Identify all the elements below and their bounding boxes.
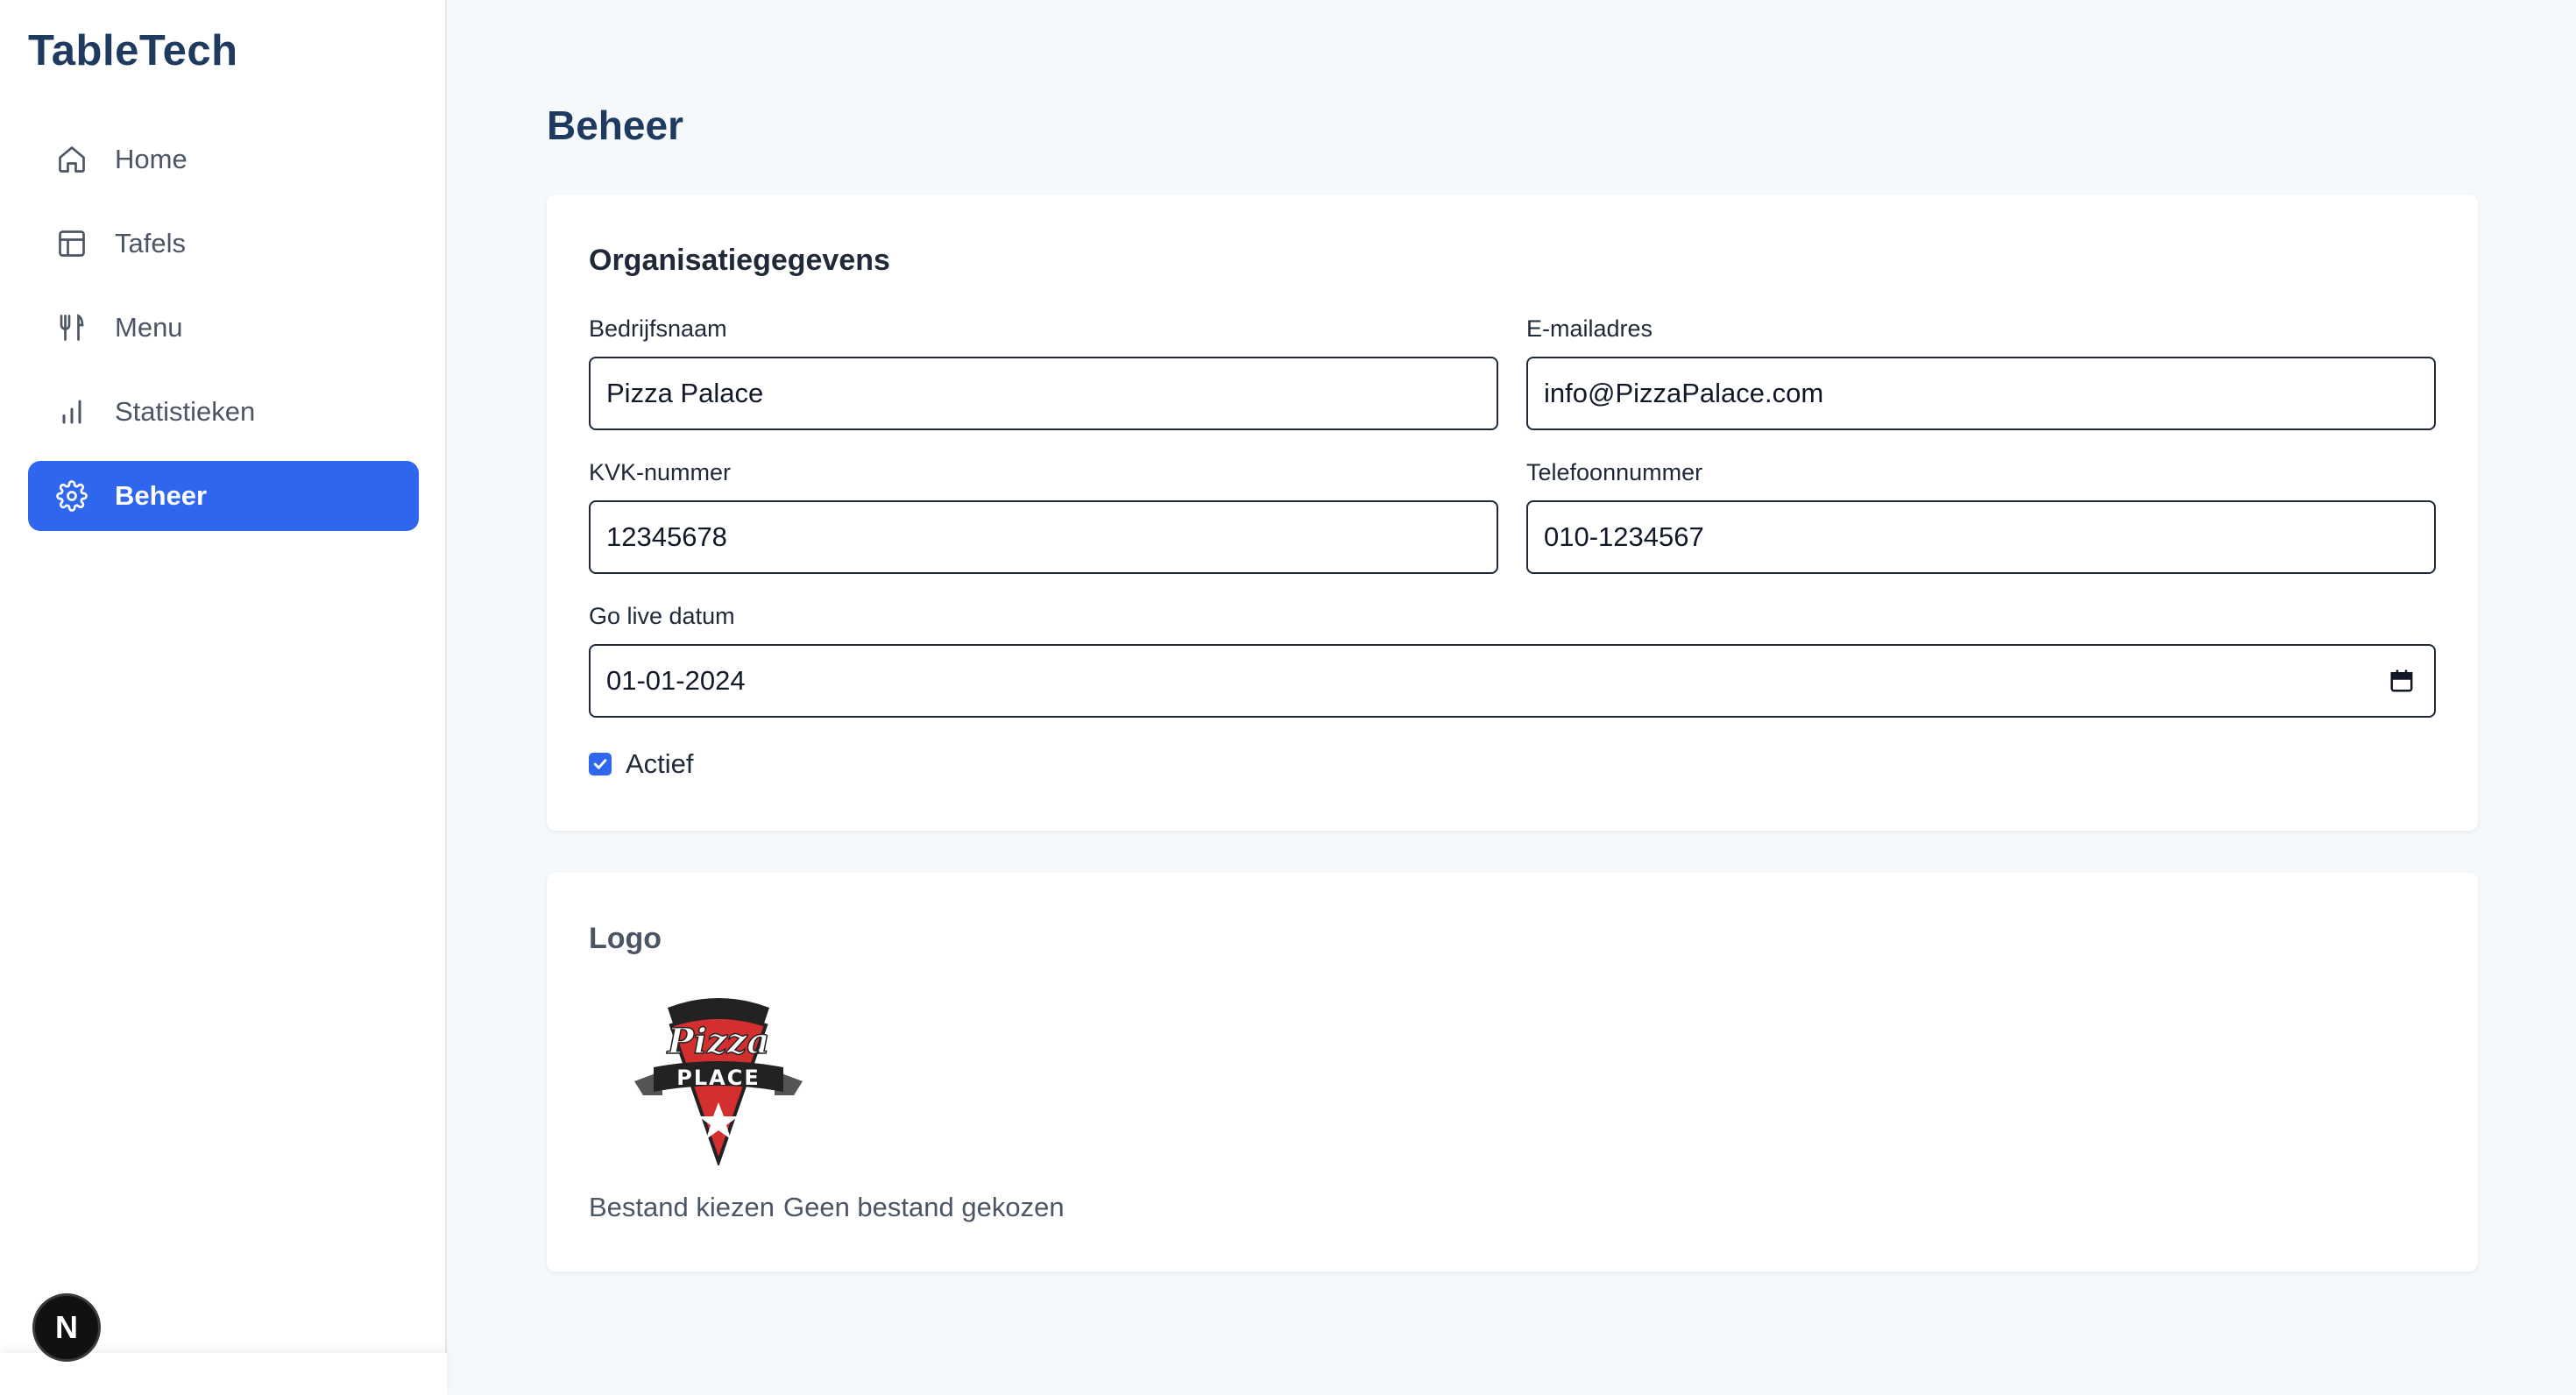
sidebar: TableTech Home Tafels Menu Statistieken … xyxy=(0,0,447,1395)
sidebar-nav: Home Tafels Menu Statistieken Beheer xyxy=(28,124,419,545)
organisation-card-title: Organisatiegegevens xyxy=(589,244,890,277)
go-live-date-value: 01-01-2024 xyxy=(606,665,746,696)
company-name-label: Bedrijfsnaam xyxy=(589,315,727,342)
company-name-field: Bedrijfsnaam Pizza Palace xyxy=(589,315,1498,430)
sidebar-item-tafels[interactable]: Tafels xyxy=(28,209,419,279)
go-live-date-label: Go live datum xyxy=(589,603,735,629)
active-checkbox-row: Actief xyxy=(589,748,694,780)
logo-card: Logo Pizza PLACE Bestand kiezen Geen best… xyxy=(547,873,2478,1271)
phone-field: Telefoonnummer 010-1234567 xyxy=(1526,459,2436,574)
pizza-place-logo: Pizza PLACE xyxy=(634,998,803,1165)
email-input[interactable]: info@PizzaPalace.com xyxy=(1526,357,2436,430)
logo-card-title: Logo xyxy=(589,922,662,955)
home-icon xyxy=(54,142,89,177)
email-label: E-mailadres xyxy=(1526,315,1653,342)
sidebar-item-label: Menu xyxy=(115,312,183,343)
go-live-date-field: Go live datum 01-01-2024 xyxy=(589,603,2436,718)
phone-label: Telefoonnummer xyxy=(1526,459,1703,485)
sidebar-item-label: Statistieken xyxy=(115,396,256,427)
app: TableTech Home Tafels Menu Statistieken … xyxy=(0,0,2576,1395)
choose-file-button[interactable]: Bestand kiezen xyxy=(589,1192,775,1222)
bar-chart-icon xyxy=(54,394,89,429)
kvk-field: KVK-nummer 12345678 xyxy=(589,459,1498,574)
sidebar-item-beheer[interactable]: Beheer xyxy=(28,461,419,531)
go-live-date-input[interactable]: 01-01-2024 xyxy=(589,644,2436,718)
nextjs-badge-icon[interactable]: N xyxy=(32,1293,101,1362)
email-field: E-mailadres info@PizzaPalace.com xyxy=(1526,315,2436,430)
active-checkbox[interactable] xyxy=(589,753,612,775)
main-content: Beheer Organisatiegegevens Bedrijfsnaam … xyxy=(447,0,2576,1395)
svg-text:PLACE: PLACE xyxy=(676,1066,760,1090)
sidebar-item-menu[interactable]: Menu xyxy=(28,293,419,363)
page-title: Beheer xyxy=(547,103,683,148)
sidebar-item-label: Home xyxy=(115,144,188,174)
kvk-label: KVK-nummer xyxy=(589,459,732,485)
organisation-card: Organisatiegegevens Bedrijfsnaam Pizza P… xyxy=(547,195,2478,831)
company-name-input[interactable]: Pizza Palace xyxy=(589,357,1498,430)
table-icon xyxy=(54,226,89,261)
utensils-icon xyxy=(54,310,89,345)
no-file-chosen-text: Geen bestand gekozen xyxy=(782,1192,1065,1222)
sidebar-item-label: Beheer xyxy=(115,480,208,511)
active-checkbox-label: Actief xyxy=(626,748,694,779)
checkmark-icon xyxy=(593,759,607,769)
file-input[interactable]: Bestand kiezen Geen bestand gekozen xyxy=(589,1192,1073,1223)
sidebar-item-statistieken[interactable]: Statistieken xyxy=(28,377,419,447)
kvk-input[interactable]: 12345678 xyxy=(589,500,1498,574)
phone-input[interactable]: 010-1234567 xyxy=(1526,500,2436,574)
sidebar-item-home[interactable]: Home xyxy=(28,124,419,195)
svg-text:Pizza: Pizza xyxy=(667,1021,770,1062)
calendar-icon[interactable] xyxy=(2388,668,2415,694)
sidebar-item-label: Tafels xyxy=(115,228,186,258)
gear-icon xyxy=(54,478,89,513)
app-brand: TableTech xyxy=(28,27,238,74)
